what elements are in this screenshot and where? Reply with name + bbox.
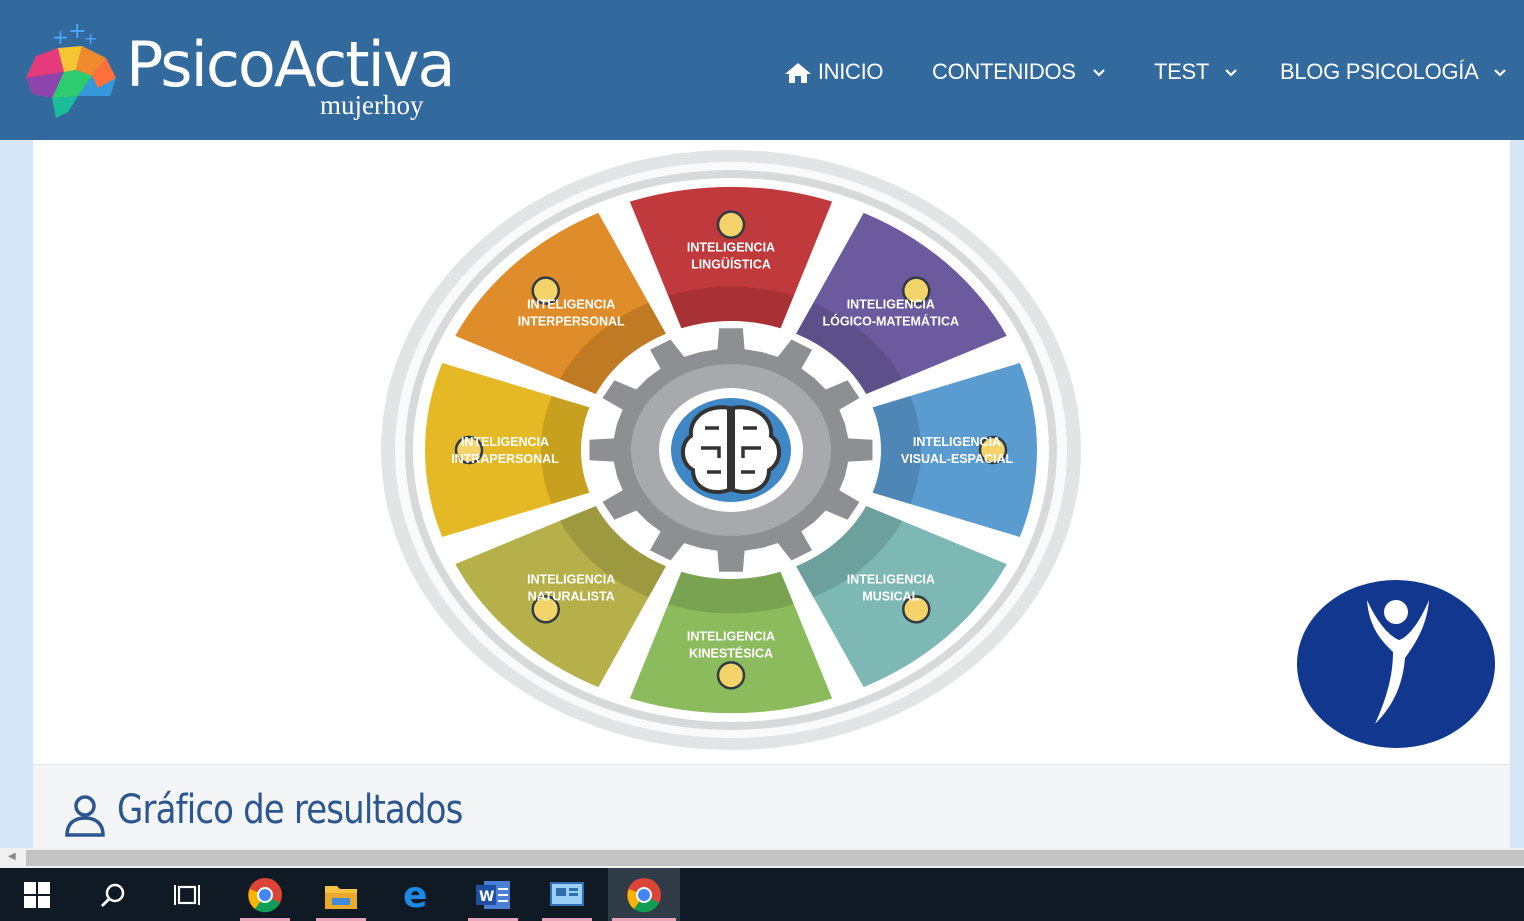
taskbar-file-explorer[interactable] <box>312 868 370 921</box>
segment-label: KINESTÉSICA <box>689 645 773 660</box>
site-header: + + + PsicoActiva mujerhoy INICIO CONTEN… <box>0 0 1524 140</box>
task-view-button[interactable] <box>158 868 216 921</box>
user-outline-icon <box>65 795 105 837</box>
intelligences-wheel-diagram: INTELIGENCIA LINGÜÍSTICA INTELIGENCIA LÓGIC… <box>381 150 1081 750</box>
chrome-icon <box>627 877 661 912</box>
segment-label: INTELIGENCIA <box>913 435 1001 449</box>
segment-label: VISUAL-ESPACIAL <box>901 452 1014 466</box>
segment-label: LINGÜÍSTICA <box>691 257 771 272</box>
segment-label: MUSICAL <box>862 589 919 603</box>
segment-label: INTELIGENCIA <box>847 298 935 312</box>
windows-taskbar: e W <box>0 868 1524 921</box>
taskbar-word[interactable]: W <box>464 868 522 921</box>
nav-item-contenidos[interactable]: CONTENIDOS <box>932 52 1106 92</box>
segment-label: INTELIGENCIA <box>527 572 615 586</box>
scrollbar-thumb[interactable] <box>26 850 1524 866</box>
results-title: Gráfico de resultados <box>117 787 463 833</box>
nav-label-test: TEST <box>1154 59 1209 84</box>
site-logo[interactable]: + + + PsicoActiva mujerhoy <box>18 18 478 128</box>
nav-label-blog: BLOG PSICOLOGÍA <box>1280 59 1478 84</box>
segment-label: INTERPERSONAL <box>518 315 625 329</box>
search-icon <box>101 883 125 907</box>
search-button[interactable] <box>84 868 142 921</box>
chevron-down-icon <box>1092 69 1105 77</box>
chrome-icon <box>248 877 282 912</box>
taskbar-control-panel[interactable] <box>538 868 596 921</box>
file-explorer-icon <box>325 885 357 909</box>
main-content: INTELIGENCIA LINGÜÍSTICA INTELIGENCIA LÓGIC… <box>33 140 1510 764</box>
control-panel-icon <box>550 881 584 906</box>
results-card: Gráfico de resultados <box>33 764 1510 849</box>
segment-label: INTRAPERSONAL <box>451 452 559 466</box>
svg-text:+: + <box>84 29 97 48</box>
taskbar-chrome-active[interactable] <box>608 868 680 921</box>
segment-label: INTELIGENCIA <box>687 629 775 643</box>
segment-label: NATURALISTA <box>528 589 615 603</box>
svg-text:W: W <box>479 889 494 905</box>
svg-text:e: e <box>403 879 427 911</box>
task-view-icon <box>174 884 200 905</box>
segment-label: INTELIGENCIA <box>527 298 615 312</box>
nav-item-inicio[interactable]: INICIO <box>784 52 884 92</box>
svg-text:+: + <box>52 25 69 49</box>
segment-label: INTELIGENCIA <box>687 241 775 255</box>
start-button[interactable] <box>8 868 66 921</box>
brain-icon <box>681 405 781 494</box>
edge-icon: e <box>403 879 427 911</box>
psicoactiva-badge-icon[interactable] <box>1295 578 1497 750</box>
horizontal-scrollbar[interactable]: ◀ <box>0 848 1524 868</box>
book-icon <box>716 210 746 239</box>
scroll-left-arrow-icon[interactable]: ◀ <box>8 851 16 862</box>
taskbar-chrome[interactable] <box>236 868 294 921</box>
nav-label-inicio: INICIO <box>817 59 884 84</box>
nav-label-contenidos: CONTENIDOS <box>932 59 1076 84</box>
home-icon <box>785 63 811 84</box>
brain-logo-icon: + + + <box>26 22 116 118</box>
segment-label: INTELIGENCIA <box>461 435 549 449</box>
nav-item-test[interactable]: TEST <box>1154 52 1238 92</box>
windows-start-icon <box>24 881 50 908</box>
word-icon: W <box>476 880 510 909</box>
nav-item-blog[interactable]: BLOG PSICOLOGÍA <box>1280 52 1507 92</box>
person-icon <box>716 661 746 690</box>
chevron-down-icon <box>1225 69 1238 77</box>
chevron-down-icon <box>1494 69 1506 77</box>
taskbar-edge[interactable]: e <box>388 868 446 921</box>
logo-subtitle: mujerhoy <box>320 90 424 120</box>
segment-label: INTELIGENCIA <box>847 572 935 586</box>
segment-label: LÓGICO-MATEMÁTICA <box>823 314 960 329</box>
